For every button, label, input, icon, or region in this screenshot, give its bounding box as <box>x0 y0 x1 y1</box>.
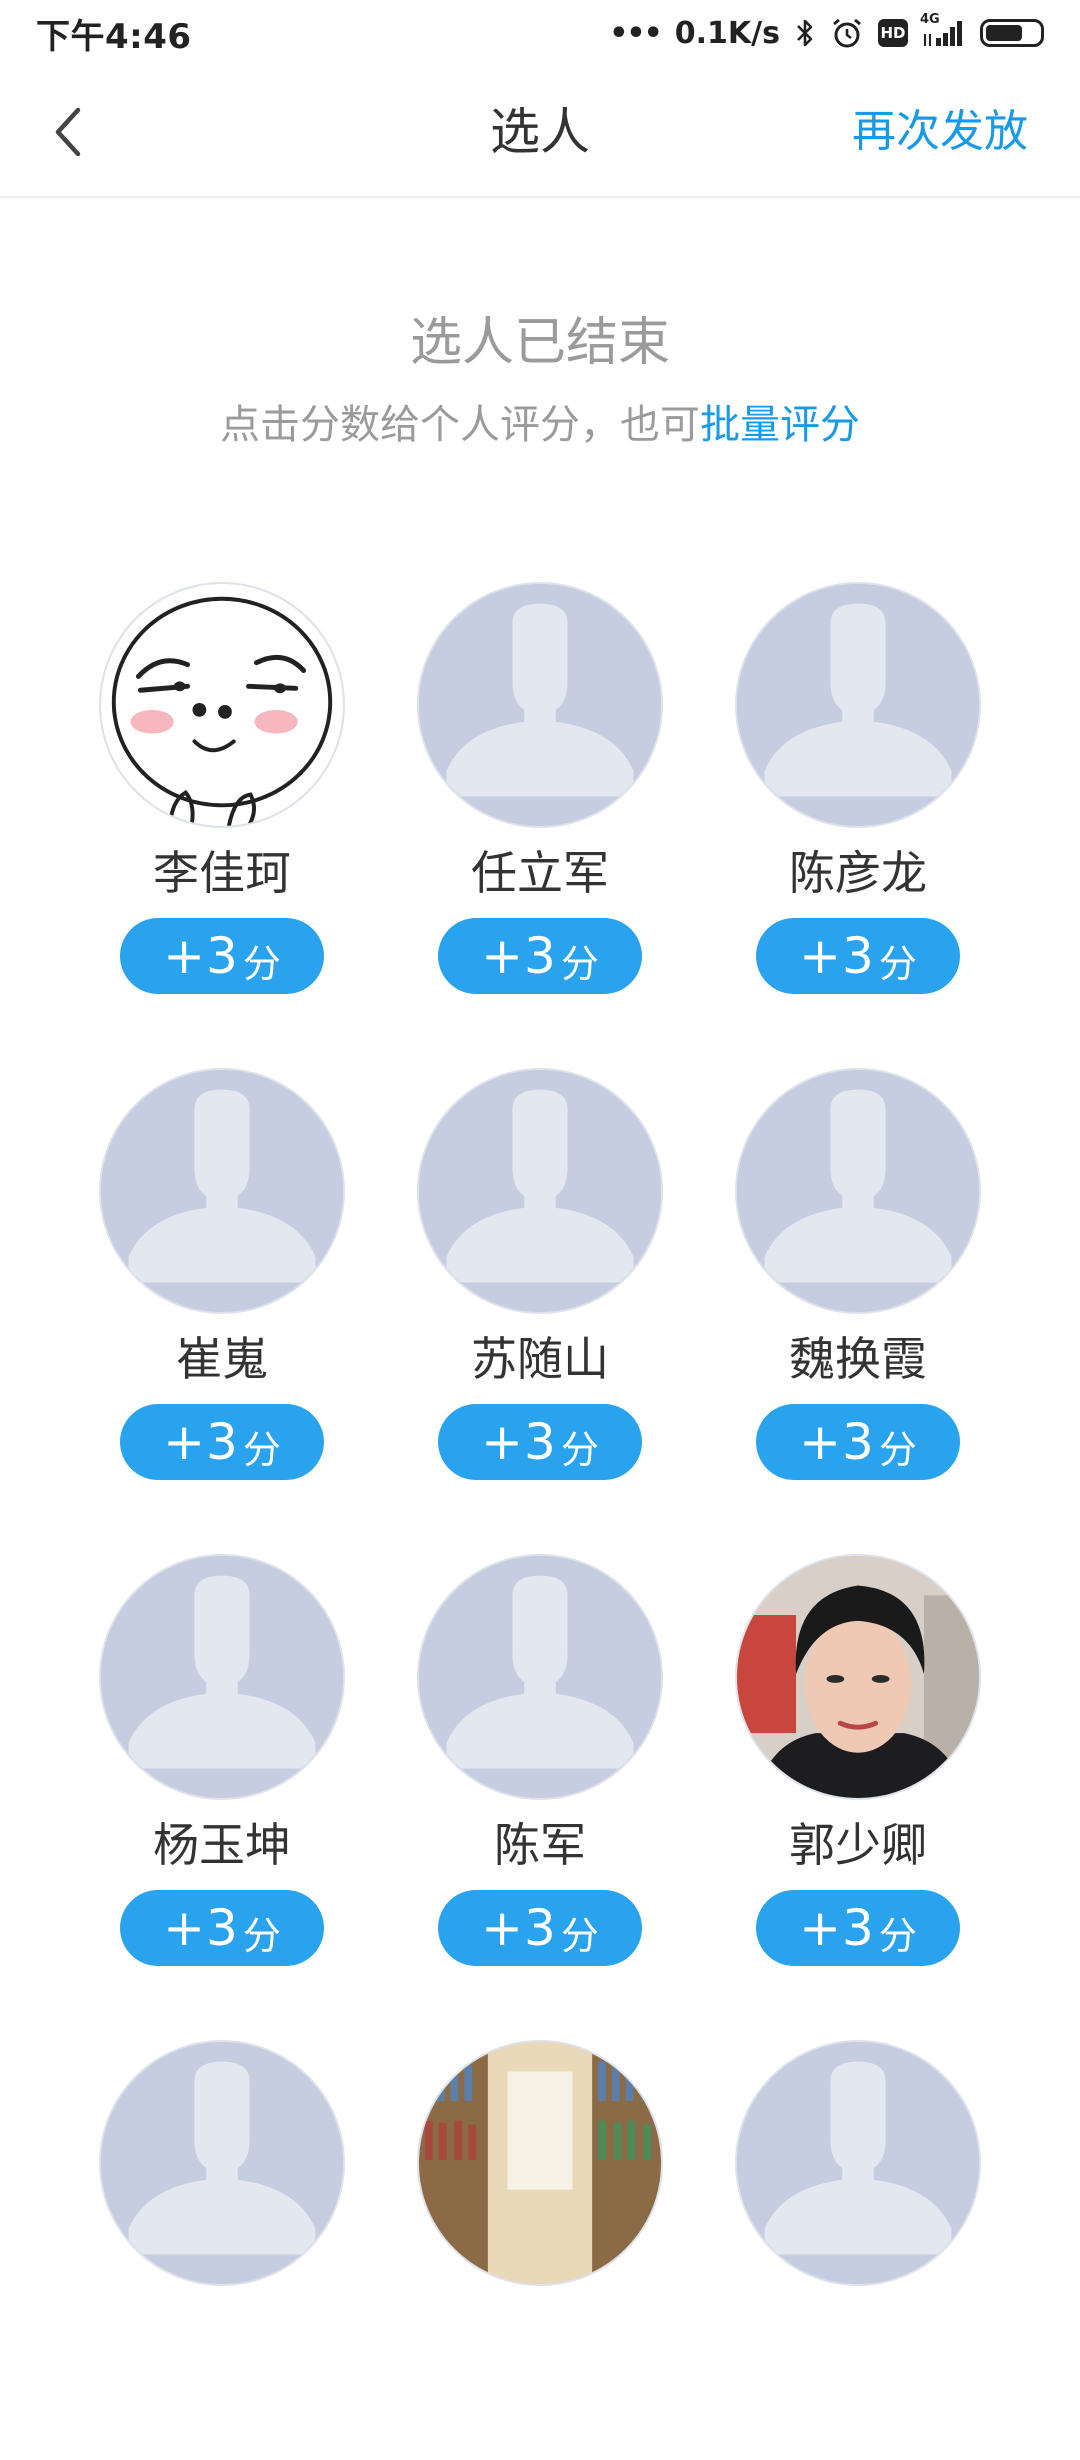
avatar[interactable] <box>735 1554 981 1800</box>
status-bar: 下午4:46 ••• 0.1K/s HD 4G <box>0 0 1080 66</box>
score-button[interactable]: +3 分 <box>438 1404 642 1480</box>
score-unit: 分 <box>560 941 599 986</box>
reissue-button[interactable]: 再次发放 <box>852 66 1028 198</box>
network-speed: 0.1K/s <box>674 15 780 51</box>
status-indicators: ••• 0.1K/s HD 4G <box>609 12 1044 51</box>
default-avatar[interactable] <box>417 1554 663 1800</box>
person-card <box>699 2040 1017 2460</box>
more-dots-icon: ••• <box>609 15 663 51</box>
score-button[interactable]: +3 分 <box>756 1890 960 1966</box>
person-name: 陈军 <box>494 1818 586 1872</box>
person-card: 崔嵬 +3 分 <box>63 1068 381 1488</box>
person-card: 李佳珂 +3 分 <box>63 582 381 1002</box>
default-avatar[interactable] <box>99 1068 345 1314</box>
chevron-left-icon <box>55 107 81 157</box>
nav-bar: 选人 再次发放 <box>0 66 1080 198</box>
score-value: +3 <box>163 1899 239 1957</box>
default-avatar[interactable] <box>735 1068 981 1314</box>
score-value: +3 <box>481 1899 557 1957</box>
score-button[interactable]: +3 分 <box>438 918 642 994</box>
default-avatar[interactable] <box>99 2040 345 2286</box>
avatar[interactable] <box>99 582 345 828</box>
bluetooth-icon <box>794 17 816 49</box>
default-avatar[interactable] <box>735 2040 981 2286</box>
alarm-icon <box>830 16 864 50</box>
network-type: 4G <box>920 12 940 27</box>
score-value: +3 <box>481 927 557 985</box>
signal-icon: 4G <box>920 12 966 48</box>
person-card <box>63 2040 381 2460</box>
score-button[interactable]: +3 分 <box>756 1404 960 1480</box>
default-avatar[interactable] <box>99 1554 345 1800</box>
person-name: 苏随山 <box>471 1332 609 1386</box>
score-unit: 分 <box>878 941 917 986</box>
score-button[interactable]: +3 分 <box>438 1890 642 1966</box>
score-value: +3 <box>799 1413 875 1471</box>
score-value: +3 <box>799 1899 875 1957</box>
batch-score-link[interactable]: 批量评分 <box>700 402 860 448</box>
hd-badge: HD <box>878 19 908 47</box>
score-unit: 分 <box>242 941 281 986</box>
score-value: +3 <box>163 927 239 985</box>
score-unit: 分 <box>242 1427 281 1472</box>
score-button[interactable]: +3 分 <box>756 918 960 994</box>
selection-ended-title: 选人已结束 <box>409 313 670 373</box>
score-button[interactable]: +3 分 <box>120 1404 324 1480</box>
score-value: +3 <box>481 1413 557 1471</box>
person-card: 苏随山 +3 分 <box>381 1068 699 1488</box>
battery-icon <box>980 19 1044 47</box>
scoring-hint: 点击分数给个人评分，也可批量评分 <box>0 392 1080 450</box>
score-button[interactable]: +3 分 <box>120 1890 324 1966</box>
back-button[interactable] <box>30 94 106 170</box>
person-name: 任立军 <box>471 846 609 900</box>
default-avatar[interactable] <box>735 582 981 828</box>
person-card: 杨玉坤 +3 分 <box>63 1554 381 1974</box>
status-time: 下午4:46 <box>36 16 192 57</box>
person-name: 陈彦龙 <box>789 846 927 900</box>
person-name: 杨玉坤 <box>153 1818 291 1872</box>
person-name: 魏换霞 <box>789 1332 927 1386</box>
person-name: 李佳珂 <box>153 846 291 900</box>
person-card: 任立军 +3 分 <box>381 582 699 1002</box>
person-card: 魏换霞 +3 分 <box>699 1068 1017 1488</box>
avatar[interactable] <box>417 2040 663 2286</box>
person-name: 郭少卿 <box>789 1818 927 1872</box>
default-avatar[interactable] <box>417 582 663 828</box>
score-unit: 分 <box>560 1427 599 1472</box>
scoring-hint-text: 点击分数给个人评分，也可 <box>220 402 700 448</box>
score-unit: 分 <box>878 1913 917 1958</box>
score-unit: 分 <box>242 1913 281 1958</box>
person-card: 郭少卿 +3 分 <box>699 1554 1017 1974</box>
score-unit: 分 <box>560 1913 599 1958</box>
score-unit: 分 <box>878 1427 917 1472</box>
default-avatar[interactable] <box>417 1068 663 1314</box>
score-value: +3 <box>163 1413 239 1471</box>
person-card <box>381 2040 699 2460</box>
person-name: 崔嵬 <box>176 1332 268 1386</box>
score-value: +3 <box>799 927 875 985</box>
score-button[interactable]: +3 分 <box>120 918 324 994</box>
person-card: 陈彦龙 +3 分 <box>699 582 1017 1002</box>
person-card: 陈军 +3 分 <box>381 1554 699 1974</box>
